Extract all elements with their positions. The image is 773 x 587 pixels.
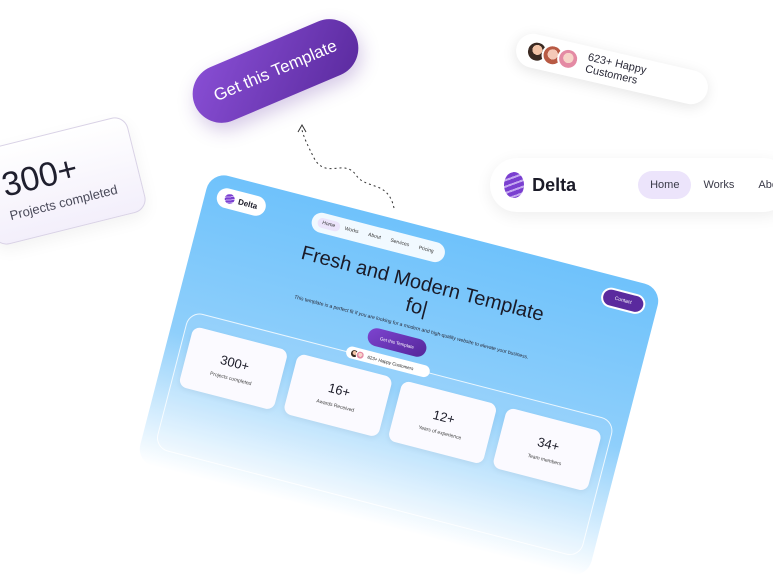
website-preview: Delta Home Works About Services Pricing … bbox=[135, 171, 663, 579]
preview-logo[interactable]: Delta bbox=[214, 186, 268, 218]
preview-nav-about[interactable]: About bbox=[362, 229, 387, 244]
avatar-group bbox=[523, 38, 582, 73]
nav-item-home[interactable]: Home bbox=[638, 171, 692, 199]
happy-customers-badge: 623+ Happy Customers bbox=[512, 30, 712, 108]
preview-nav-works[interactable]: Works bbox=[339, 223, 365, 239]
preview-nav-pricing[interactable]: Pricing bbox=[413, 242, 440, 258]
stat-value: 16+ bbox=[326, 379, 353, 400]
preview-nav-home[interactable]: Home bbox=[316, 216, 342, 233]
delta-logo-icon bbox=[223, 192, 236, 206]
stat-label: Years of experience bbox=[417, 424, 462, 441]
delta-logo-icon bbox=[504, 172, 525, 198]
preview-nav-services[interactable]: Services bbox=[384, 234, 415, 251]
nav-item-about[interactable]: Abo bbox=[746, 171, 773, 199]
avatar bbox=[354, 349, 366, 361]
floating-navbar: Delta Home Works Abo bbox=[490, 158, 773, 212]
stat-label: Awards Received bbox=[315, 397, 355, 414]
nav-item-works[interactable]: Works bbox=[691, 171, 746, 199]
projects-stat-card: 300+ Projects completed bbox=[0, 114, 149, 248]
customers-label: 623+ Happy Customers bbox=[583, 51, 648, 87]
contact-button[interactable]: Contact bbox=[598, 285, 648, 317]
brand-name: Delta bbox=[532, 174, 577, 195]
stat-value: 34+ bbox=[536, 433, 562, 454]
stat-value: 12+ bbox=[431, 406, 457, 427]
stat-value: 300+ bbox=[218, 351, 251, 374]
stat-label: Team members bbox=[527, 452, 562, 467]
get-template-button[interactable]: Get this Template bbox=[183, 10, 368, 132]
preview-brand: Delta bbox=[237, 196, 259, 211]
